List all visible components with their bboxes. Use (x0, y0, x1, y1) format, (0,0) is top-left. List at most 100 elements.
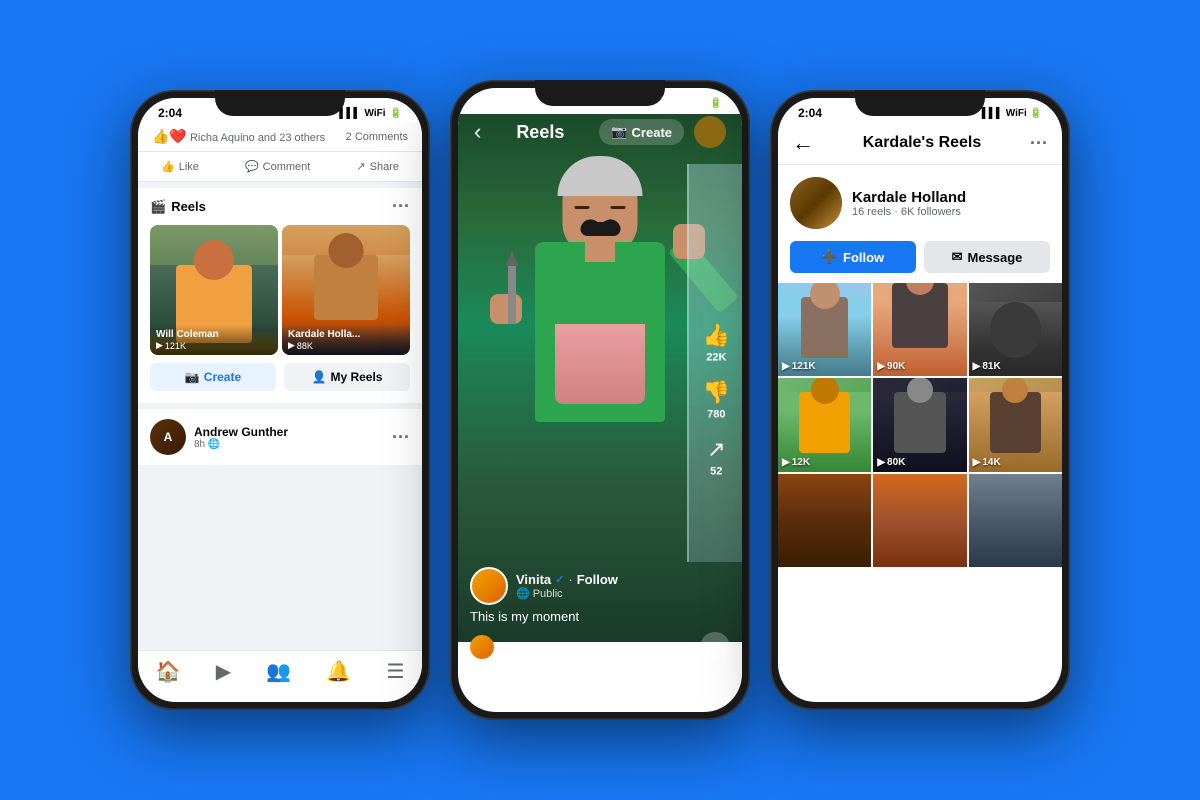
share-icon: ↗ (356, 160, 365, 173)
wifi-icon: WiFi (365, 108, 386, 119)
reels-header: 🎬 Reels ··· (138, 196, 422, 225)
grid-item-6[interactable]: ▶ 14K (969, 378, 1062, 471)
nav-video-button[interactable]: ▶ (216, 659, 231, 684)
message-label: Message (967, 250, 1022, 265)
play-icon-g1: ▶ (782, 361, 790, 372)
follow-icon: ➕ (822, 249, 838, 265)
phone-2: 2:04 ▌▌▌ WiFi 🔋 ‹ Reels 📷 Create 👍 (450, 80, 750, 720)
globe-icon-2: 🌐 (516, 587, 530, 600)
share-button[interactable]: ↗ Share (348, 156, 407, 177)
grid-item-5[interactable]: ▶ 80K (873, 378, 966, 471)
comment-label: Comment (263, 161, 311, 173)
like-button[interactable]: 👍 Like (153, 156, 207, 177)
person-mustache (580, 222, 620, 236)
back-button[interactable]: ‹ (474, 119, 481, 145)
grid-item-2[interactable]: ▶ 90K (873, 283, 966, 376)
follow-button[interactable]: ➕ Follow (790, 241, 916, 273)
phone-2-time: 2:04 (478, 96, 502, 110)
phone-1-notch (215, 90, 345, 116)
grid-item-3[interactable]: ▶ 81K (969, 283, 1062, 376)
profile-info: Kardale Holland 16 reels · 6K followers (778, 165, 1062, 241)
avatar-initial: A (164, 430, 173, 444)
header-right-actions: 📷 Create (599, 116, 726, 148)
profile-avatar (790, 177, 842, 229)
reel-2[interactable]: Kardale Holla... ▶ 88K (282, 225, 410, 355)
post-more-button[interactable]: ··· (392, 427, 410, 448)
home-indicator (560, 703, 640, 706)
grid-item-7[interactable] (778, 474, 871, 567)
nav-bell-button[interactable]: 🔔 (326, 659, 351, 684)
follow-label: Follow (843, 250, 884, 265)
grid-item-6-views: ▶ 14K (973, 457, 1001, 468)
phones-container: 2:04 ▌▌▌ WiFi 🔋 👍❤️ Richa Aquino and 23 … (0, 0, 1200, 800)
share-count: 52 (710, 466, 722, 478)
reel-actions-right: 👍 22K 👎 780 ↗ 52 (703, 323, 730, 478)
comment-input[interactable]: Add Comment... (470, 684, 730, 698)
phone-3: 2:04 ▌▌▌ WiFi 🔋 ← Kardale's Reels ··· Ka… (770, 90, 1070, 710)
reels-title: 🎬 Reels (150, 199, 206, 215)
reels-grid: Will Coleman ▶ 121K (138, 225, 422, 355)
create-button[interactable]: 📷 Create (599, 119, 684, 145)
post-avatar: A (150, 419, 186, 455)
profile-more-button[interactable]: ··· (1030, 133, 1048, 154)
grid-item-4[interactable]: ▶ 12K (778, 378, 871, 471)
profile-reels-title: Kardale's Reels (863, 134, 982, 152)
nav-people-button[interactable]: 👥 (266, 659, 291, 684)
reels-film-icon: 🎬 (150, 199, 166, 215)
message-button[interactable]: ✉ Message (924, 241, 1050, 273)
play-icon-g6: ▶ (973, 457, 981, 468)
comment-button[interactable]: 💬 Comment (237, 156, 318, 177)
reel-1-name: Will Coleman (156, 329, 272, 340)
knife (508, 264, 516, 324)
message-icon: ✉ (952, 249, 963, 265)
globe-icon: 🌐 (208, 439, 220, 450)
nav-home-button[interactable]: 🏠 (156, 659, 181, 684)
profile-meta: 16 reels · 6K followers (852, 206, 966, 218)
eye-right (611, 206, 626, 209)
follow-btn-reel[interactable]: Follow (577, 572, 618, 587)
verified-badge: ✓ (555, 573, 564, 586)
reactions-text: Richa Aquino and 23 others (190, 132, 325, 144)
person-hand-left (490, 294, 522, 324)
video-background (458, 114, 742, 642)
reel-username: Vinita ✓ · Follow (516, 572, 730, 587)
reactions-info: 👍❤️ Richa Aquino and 23 others (152, 128, 325, 145)
my-reels-label: My Reels (330, 370, 382, 384)
reel-user-row: Vinita ✓ · Follow 🌐 Public (470, 567, 730, 605)
reel-music-row: Vinita · Original ··· (470, 632, 730, 662)
play-icon: ▶ (156, 340, 163, 351)
post-preview: A Andrew Gunther 8h 🌐 ··· (138, 409, 422, 465)
back-button-p3[interactable]: ← (792, 130, 814, 156)
my-reels-button[interactable]: 👤 My Reels (284, 363, 410, 391)
reaction-icons: 👍❤️ (152, 128, 187, 144)
reel-2-views: ▶ 88K (288, 340, 404, 351)
dislike-action[interactable]: 👎 780 (703, 380, 730, 421)
phone-2-status-bar: 2:04 ▌▌▌ WiFi 🔋 (458, 96, 742, 110)
user-avatar-header[interactable] (694, 116, 726, 148)
phone-1: 2:04 ▌▌▌ WiFi 🔋 👍❤️ Richa Aquino and 23 … (130, 90, 430, 710)
post-user-name: Andrew Gunther (194, 425, 288, 439)
grid-item-1[interactable]: ▶ 121K (778, 283, 871, 376)
reel-1-overlay: Will Coleman ▶ 121K (150, 325, 278, 355)
reels-section: 🎬 Reels ··· (138, 188, 422, 403)
more-options-button[interactable]: ··· (700, 632, 730, 662)
create-reel-button[interactable]: 📷 Create (150, 363, 276, 391)
reel-user-avatar[interactable] (470, 567, 508, 605)
phone-2-status-icons: ▌▌▌ WiFi 🔋 (662, 98, 722, 109)
create-label-2: Create (632, 125, 672, 140)
nav-menu-button[interactable]: ☰ (386, 659, 404, 684)
reels-more-button[interactable]: ··· (392, 196, 410, 217)
like-action[interactable]: 👍 22K (703, 323, 730, 364)
post-actions: 👍 Like 💬 Comment ↗ Share (138, 152, 422, 182)
like-count: 22K (706, 352, 726, 364)
share-action[interactable]: ↗ 52 (707, 437, 725, 478)
reel-caption: This is my moment (470, 609, 730, 624)
grid-item-8[interactable] (873, 474, 966, 567)
phone-3-status-icons: ▌▌▌ WiFi 🔋 (982, 108, 1042, 119)
phone-1-status-icons: ▌▌▌ WiFi 🔋 (339, 108, 402, 119)
grid-item-9[interactable] (969, 474, 1062, 567)
reel-1[interactable]: Will Coleman ▶ 121K (150, 225, 278, 355)
person-face (563, 164, 638, 254)
share-icon-reel: ↗ (707, 437, 725, 463)
reaction-row: 👍❤️ Richa Aquino and 23 others 2 Comment… (138, 122, 422, 152)
